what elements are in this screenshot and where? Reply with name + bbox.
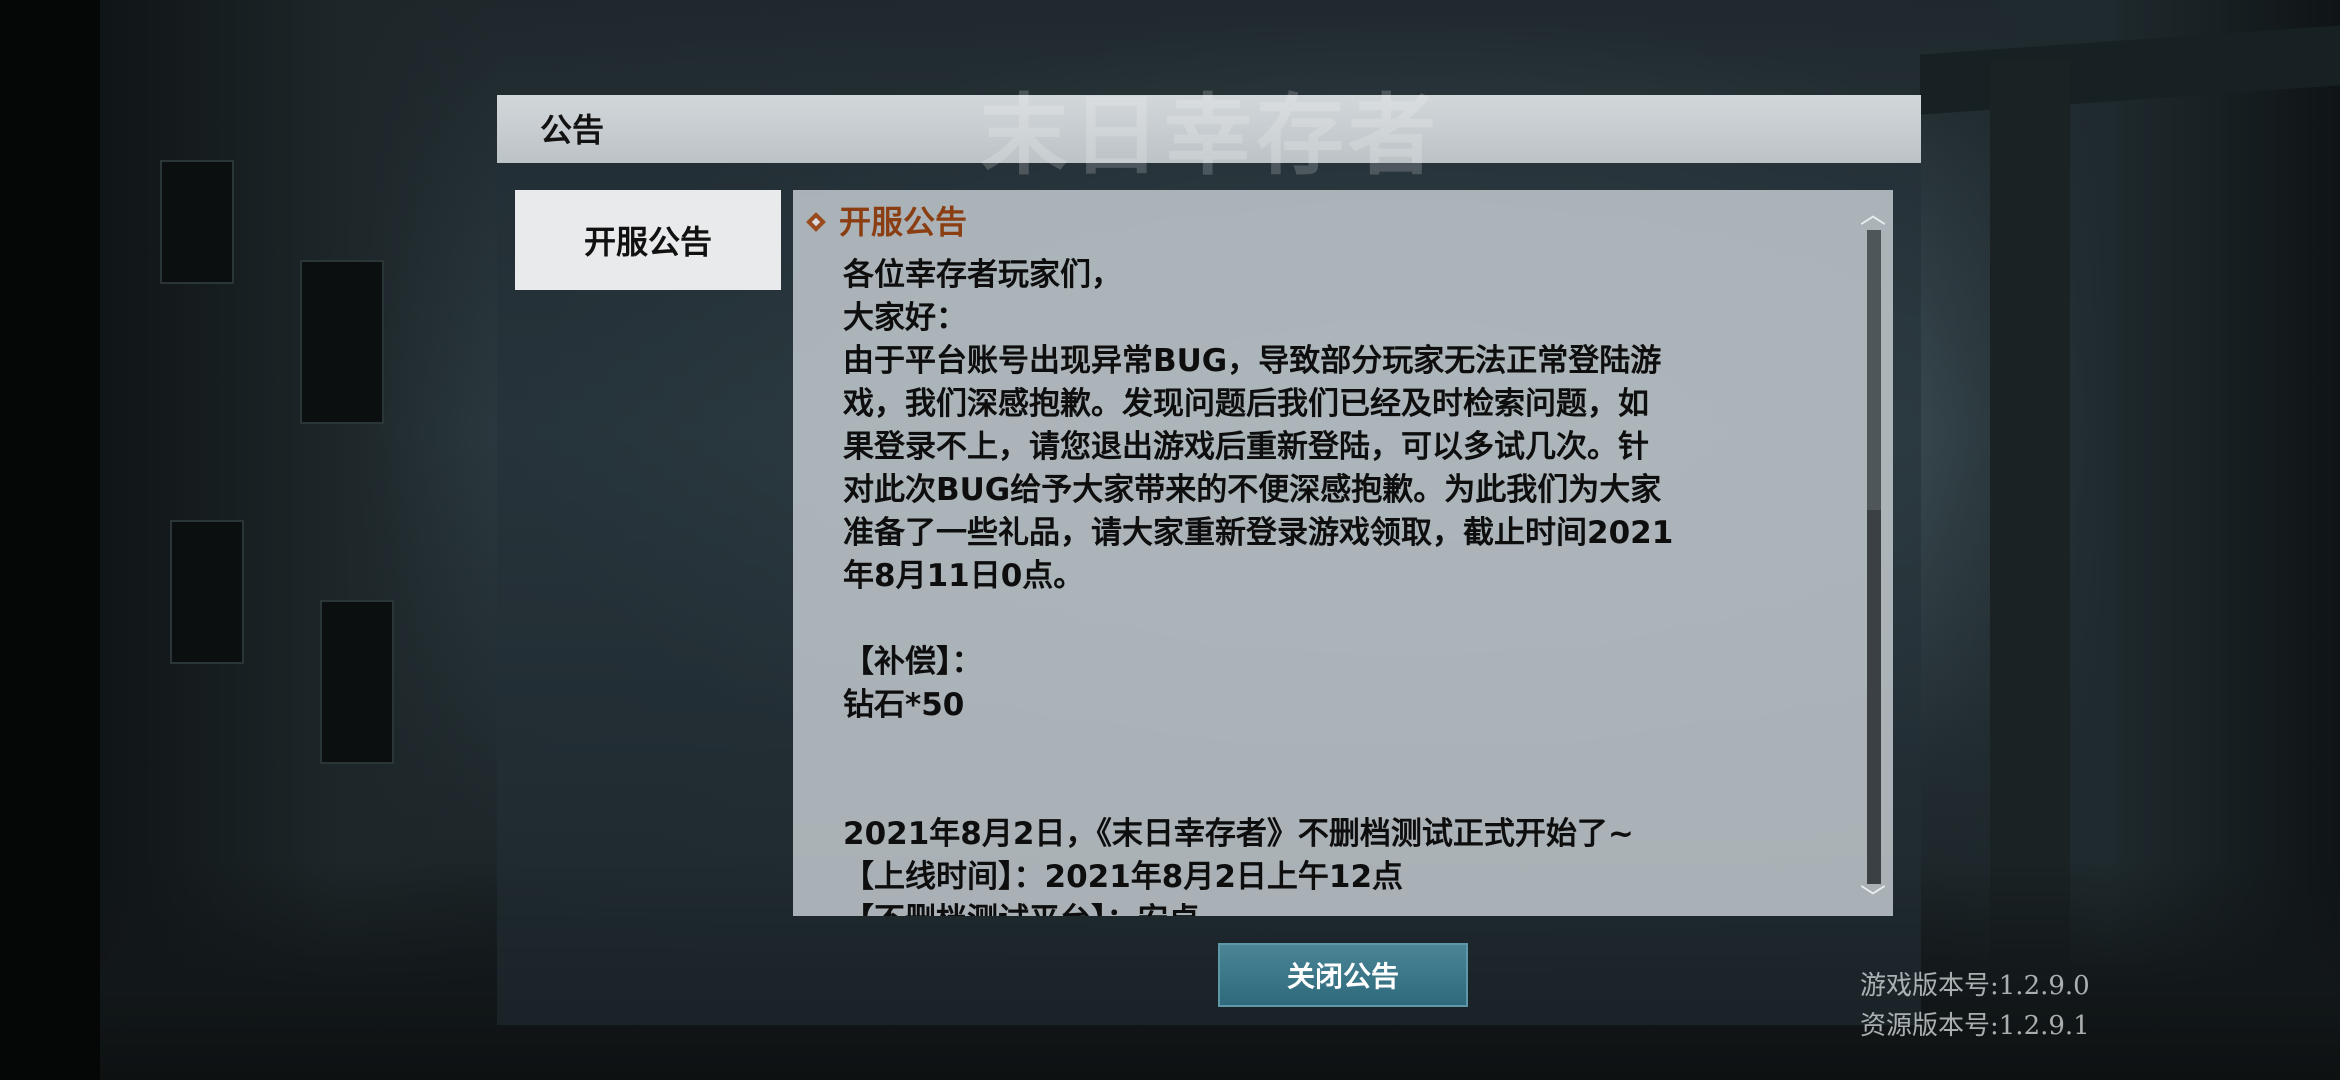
paragraph-line: 果登录不上，请您退出游戏后重新登陆，可以多试几次。针 bbox=[843, 429, 1649, 465]
background-left-edge bbox=[0, 0, 100, 1080]
close-announcement-button[interactable]: 关闭公告 bbox=[1218, 943, 1468, 1007]
content-scrollbar[interactable]: ︿ ﹀ bbox=[1860, 202, 1886, 912]
dialog-title: 公告 bbox=[540, 111, 605, 149]
resource-version-label: 资源版本号:1.2.9.1 bbox=[1860, 1011, 2090, 1041]
greeting-line: 各位幸存者玩家们， bbox=[843, 257, 1122, 293]
paragraph-line: 对此次BUG给予大家带来的不便深感抱歉。为此我们为大家 bbox=[843, 472, 1662, 508]
launch-line: 2021年8月2日，《末日幸存者》不删档测试正式开始了~ bbox=[843, 816, 1634, 852]
diamond-bullet-icon bbox=[807, 213, 825, 231]
background-window bbox=[300, 260, 384, 424]
hello-line: 大家好： bbox=[843, 300, 967, 336]
online-time-line: 【上线时间】：2021年8月2日上午12点 bbox=[843, 859, 1404, 895]
background-window bbox=[170, 520, 244, 664]
announcement-scroll-area[interactable]: 开服公告 各位幸存者玩家们， 大家好： 由于平台账号出现异常BUG，导致部分玩家… bbox=[793, 190, 1853, 916]
compensation-label: 【补偿】： bbox=[843, 644, 983, 680]
section-title: 开服公告 bbox=[839, 203, 968, 241]
paragraph-line: 戏，我们深感抱歉。发现问题后我们已经及时检索问题，如 bbox=[843, 386, 1649, 422]
announcement-content-panel[interactable]: 开服公告 各位幸存者玩家们， 大家好： 由于平台账号出现异常BUG，导致部分玩家… bbox=[793, 190, 1893, 916]
paragraph-line: 准备了一些礼品，请大家重新登录游戏领取，截止时间2021 bbox=[843, 515, 1674, 551]
scrollbar-thumb[interactable] bbox=[1867, 230, 1881, 510]
tab-server-open-announcement[interactable]: 开服公告 bbox=[515, 190, 781, 290]
section-heading: 开服公告 bbox=[807, 200, 967, 244]
paragraph-line: 年8月11日0点。 bbox=[843, 558, 1085, 594]
scroll-up-chevron-icon[interactable]: ︿ bbox=[1860, 202, 1886, 228]
compensation-item: 钻石*50 bbox=[843, 687, 965, 723]
background-window bbox=[160, 160, 234, 284]
platform-line: 【不删档测试平台】：安卓 bbox=[843, 899, 1833, 916]
game-version-label: 游戏版本号:1.2.9.0 bbox=[1860, 971, 2090, 1001]
announcement-body: 各位幸存者玩家们， 大家好： 由于平台账号出现异常BUG，导致部分玩家无法正常登… bbox=[843, 254, 1833, 916]
paragraph-line: 由于平台账号出现异常BUG，导致部分玩家无法正常登陆游 bbox=[843, 343, 1662, 379]
scroll-down-chevron-icon[interactable]: ﹀ bbox=[1860, 886, 1886, 912]
background-window bbox=[320, 600, 394, 764]
game-logo-watermark: 末日幸存者 bbox=[980, 83, 1440, 187]
